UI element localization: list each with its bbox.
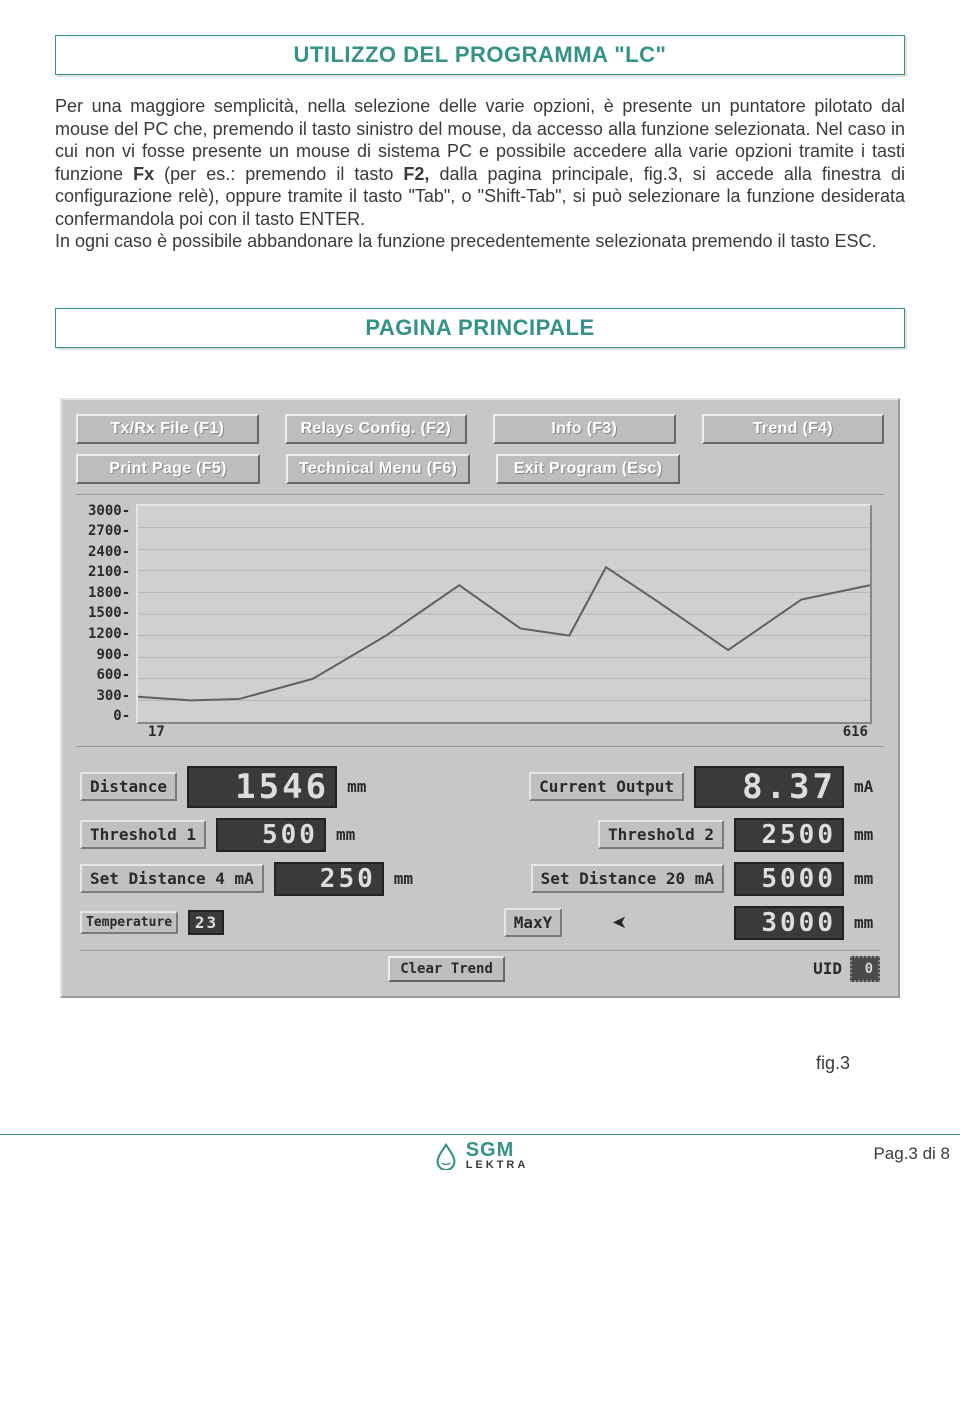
temperature-value: 23 <box>188 910 224 935</box>
trend-button[interactable]: Trend (F4) <box>702 414 885 444</box>
intro-bold-f2: F2, <box>403 164 429 184</box>
y-tick: 1800- <box>88 586 130 600</box>
relays-config-button[interactable]: Relays Config. (F2) <box>285 414 468 444</box>
trend-plot <box>136 504 872 724</box>
exit-program-button[interactable]: Exit Program (Esc) <box>496 454 680 484</box>
chart-area: 3000- 2700- 2400- 2100- 1800- 1500- 1200- 900- 6… <box>76 500 884 740</box>
maxy-value[interactable]: 3000 <box>734 906 844 940</box>
threshold2-label: Threshold 2 <box>598 820 724 849</box>
intro-paragraph: Per una maggiore semplicità, nella selez… <box>55 95 905 253</box>
threshold2-unit: mm <box>854 825 880 844</box>
footer-logo: SGM LEKTRA <box>432 1141 529 1170</box>
divider-2 <box>76 746 884 748</box>
y-tick: 600- <box>96 668 130 682</box>
technical-menu-button[interactable]: Technical Menu (F6) <box>286 454 470 484</box>
threshold1-unit: mm <box>336 825 362 844</box>
trend-line-svg <box>138 506 870 722</box>
x-axis-labels: 17 616 <box>88 724 872 740</box>
txrx-file-button[interactable]: Tx/Rx File (F1) <box>76 414 259 444</box>
intro-bold-fx: Fx <box>133 164 154 184</box>
threshold1-value[interactable]: 500 <box>216 818 326 852</box>
set-distance-4ma-unit: mm <box>394 869 420 888</box>
section-title-pagina: PAGINA PRINCIPALE <box>55 308 905 348</box>
temperature-label: Temperature <box>80 911 178 934</box>
footer-brand-1: SGM <box>466 1141 529 1160</box>
distance-unit: mm <box>347 777 373 796</box>
y-tick: 2100- <box>88 565 130 579</box>
set-distance-4ma-label: Set Distance 4 mA <box>80 864 264 893</box>
y-tick: 3000- <box>88 504 130 518</box>
page-footer: SGM LEKTRA Pag.3 di 8 <box>0 1134 960 1165</box>
intro-span-2: (per es.: premendo il tasto <box>154 164 403 184</box>
divider-3 <box>80 950 880 952</box>
title-text-2: PAGINA PRINCIPALE <box>365 315 594 340</box>
maxy-unit: mm <box>854 913 880 932</box>
divider <box>76 494 884 496</box>
set-distance-20ma-unit: mm <box>854 869 880 888</box>
set-distance-20ma-label: Set Distance 20 mA <box>531 864 724 893</box>
app-window: Tx/Rx File (F1) Relays Config. (F2) Info… <box>60 398 900 998</box>
threshold1-label: Threshold 1 <box>80 820 206 849</box>
section-title-utilizzo: UTILIZZO DEL PROGRAMMA "LC" <box>55 35 905 75</box>
parameters-area: Distance 1546 mm Current Output 8.37 mA … <box>76 752 884 986</box>
current-output-value: 8.37 <box>694 766 844 808</box>
page-number: Pag.3 di 8 <box>873 1144 960 1164</box>
title-text: UTILIZZO DEL PROGRAMMA "LC" <box>294 42 667 67</box>
y-tick: 0- <box>113 709 130 723</box>
y-tick: 1200- <box>88 627 130 641</box>
current-output-label: Current Output <box>529 772 684 801</box>
distance-label: Distance <box>80 772 177 801</box>
clear-trend-button[interactable]: Clear Trend <box>388 956 505 982</box>
button-row-2: Print Page (F5) Technical Menu (F6) Exit… <box>76 454 884 484</box>
y-tick: 2700- <box>88 524 130 538</box>
x-min: 17 <box>148 724 165 740</box>
y-tick: 1500- <box>88 606 130 620</box>
drop-icon <box>432 1142 460 1170</box>
print-page-button[interactable]: Print Page (F5) <box>76 454 260 484</box>
cursor-icon: ➤ <box>612 912 627 933</box>
maxy-label: MaxY <box>504 908 563 937</box>
figure-caption: fig.3 <box>55 1053 905 1074</box>
current-output-unit: mA <box>854 777 880 796</box>
uid-value[interactable]: 0 <box>850 956 880 982</box>
distance-value: 1546 <box>187 766 337 808</box>
button-row-1: Tx/Rx File (F1) Relays Config. (F2) Info… <box>76 414 884 444</box>
y-tick: 2400- <box>88 545 130 559</box>
set-distance-20ma-value[interactable]: 5000 <box>734 862 844 896</box>
info-button[interactable]: Info (F3) <box>493 414 676 444</box>
y-axis-ticks: 3000- 2700- 2400- 2100- 1800- 1500- 1200- 900- 6… <box>88 504 136 724</box>
x-max: 616 <box>843 724 868 740</box>
set-distance-4ma-value[interactable]: 250 <box>274 862 384 896</box>
intro-span-4: In ogni caso è possibile abbandonare la … <box>55 231 877 251</box>
y-tick: 900- <box>96 648 130 662</box>
uid-label: UID <box>813 959 842 978</box>
y-tick: 300- <box>96 689 130 703</box>
footer-brand-2: LEKTRA <box>466 1160 529 1170</box>
threshold2-value[interactable]: 2500 <box>734 818 844 852</box>
footer-divider <box>0 1134 960 1136</box>
